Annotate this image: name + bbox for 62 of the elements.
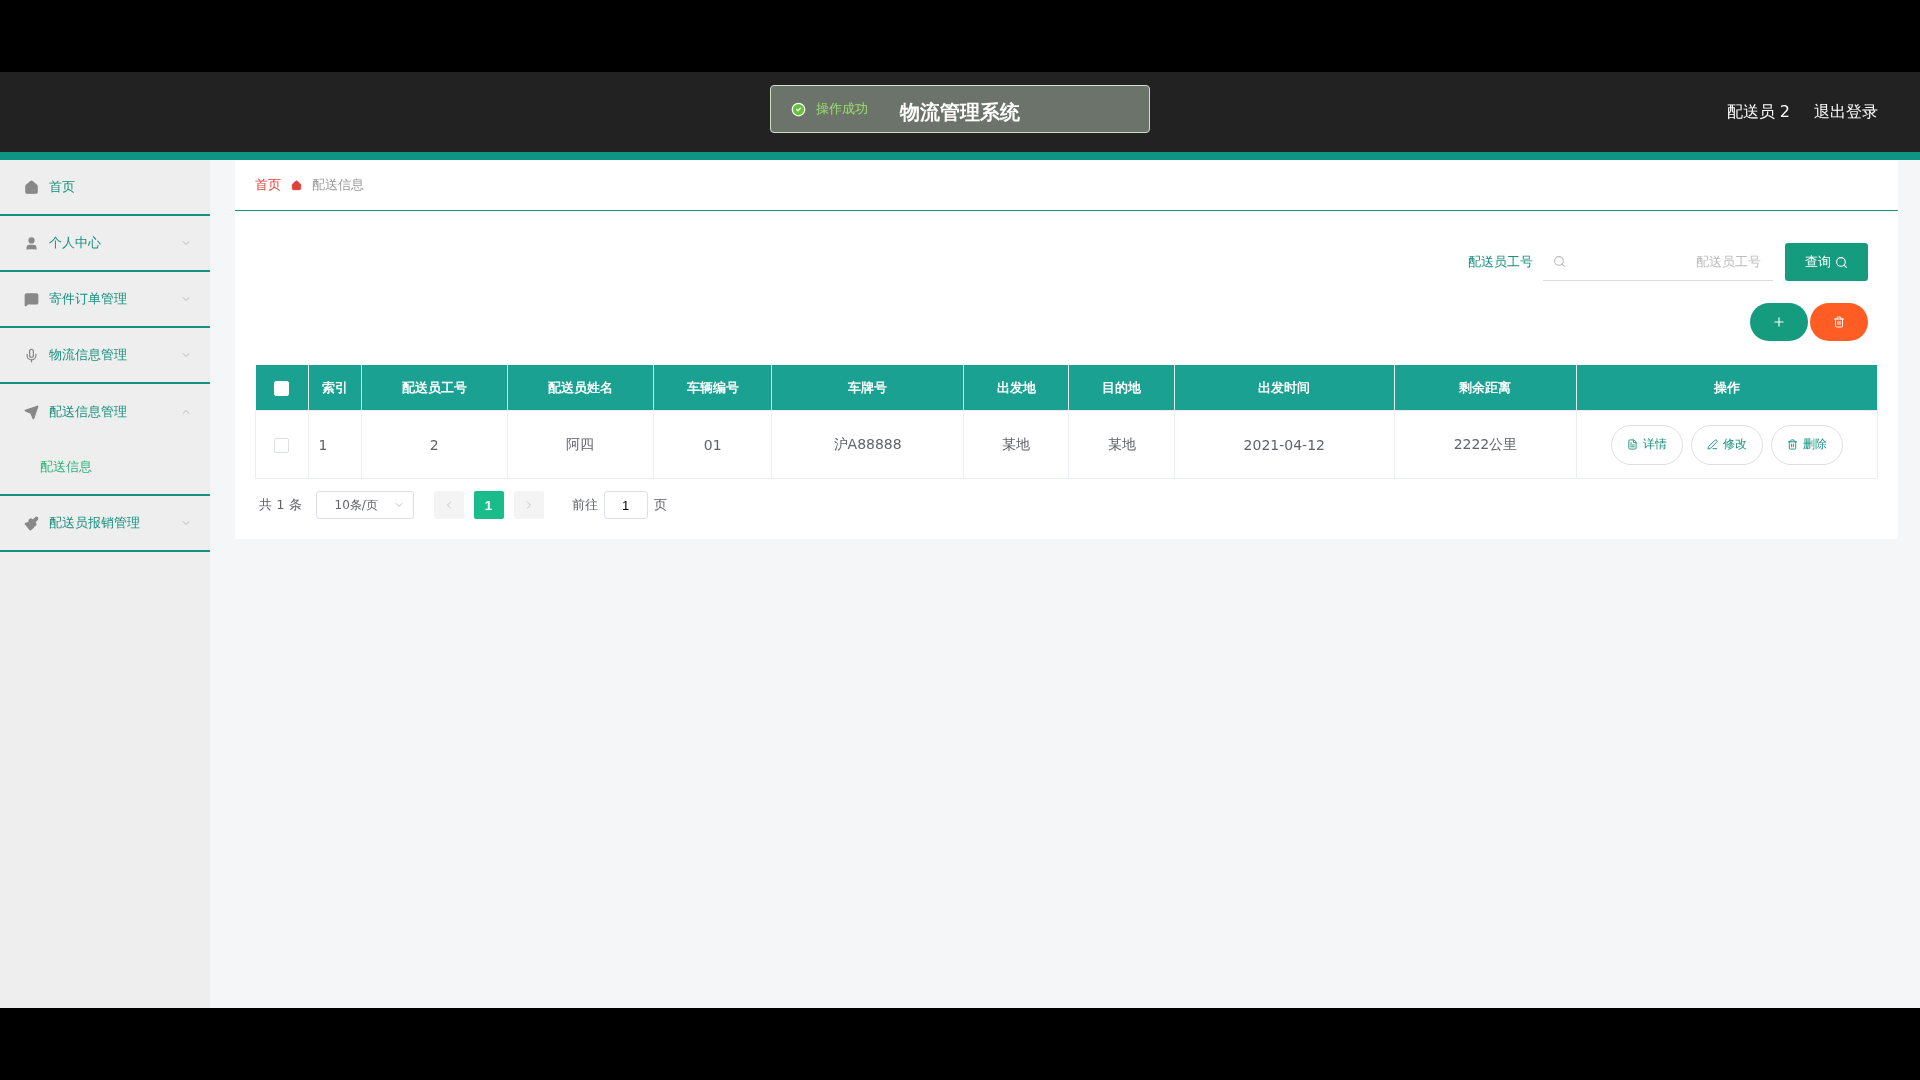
search-field[interactable]: 配送员工号 bbox=[1543, 243, 1773, 281]
column-header: 车辆编号 bbox=[653, 365, 772, 411]
detail-button[interactable]: 详情 bbox=[1611, 424, 1683, 465]
sidebar-item[interactable]: 配送信息管理 bbox=[0, 384, 210, 440]
column-header: 目的地 bbox=[1068, 365, 1175, 411]
sidebar-item[interactable]: 个人中心 bbox=[0, 216, 210, 272]
chat-icon bbox=[24, 291, 39, 307]
search-label: 配送员工号 bbox=[1468, 253, 1533, 271]
column-header: 操作 bbox=[1576, 365, 1878, 411]
goto-label: 前往 bbox=[571, 496, 598, 514]
total-count: 共 1 条 bbox=[259, 496, 302, 514]
page-size-select[interactable]: 10条/页 bbox=[315, 491, 414, 519]
column-header: 剩余距离 bbox=[1394, 365, 1577, 411]
table-cell: 沪A88888 bbox=[771, 410, 964, 479]
select-all-checkbox[interactable] bbox=[274, 380, 289, 396]
column-header: 配送员姓名 bbox=[507, 365, 654, 411]
page-input[interactable]: 1 bbox=[603, 491, 648, 519]
table-cell: 1 bbox=[308, 410, 361, 479]
table-cell: 某地 bbox=[1068, 410, 1175, 479]
table-cell: 2222公里 bbox=[1394, 410, 1577, 479]
trash-icon bbox=[1787, 439, 1798, 450]
breadcrumb-item[interactable]: 首页 bbox=[255, 176, 281, 194]
row-checkbox[interactable] bbox=[274, 437, 290, 453]
table-cell: 某地 bbox=[963, 410, 1069, 479]
page-suffix: 页 bbox=[653, 496, 667, 514]
table-cell: 2 bbox=[361, 410, 508, 479]
search-icon bbox=[1835, 255, 1848, 269]
plus-icon bbox=[1772, 315, 1786, 329]
page-button[interactable]: 1 bbox=[473, 491, 504, 519]
check-circle-icon bbox=[791, 101, 806, 117]
table-cell: 2021-04-12 bbox=[1174, 410, 1395, 479]
microphone-icon bbox=[24, 347, 39, 363]
delete-button[interactable] bbox=[1810, 303, 1868, 341]
app-title: 物流管理系统 bbox=[900, 98, 1020, 126]
column-header: 索引 bbox=[308, 365, 361, 411]
column-header: 出发地 bbox=[963, 365, 1069, 411]
user-icon bbox=[24, 235, 39, 251]
breadcrumb-item: 配送信息 bbox=[312, 176, 364, 194]
query-button[interactable]: 查询 bbox=[1785, 243, 1868, 281]
add-button[interactable] bbox=[1750, 303, 1808, 341]
column-header: 车牌号 bbox=[771, 365, 964, 411]
user-name: 配送员 2 bbox=[1726, 101, 1790, 123]
home-icon bbox=[291, 179, 302, 191]
edit-button[interactable]: 修改 bbox=[1691, 424, 1763, 465]
trash-icon bbox=[1833, 316, 1845, 328]
table-cell: 阿四 bbox=[507, 410, 654, 479]
search-icon bbox=[1553, 255, 1566, 268]
home-icon bbox=[24, 179, 39, 195]
sidebar-item[interactable]: 首页 bbox=[0, 160, 210, 216]
delete-button[interactable]: 删除 bbox=[1771, 424, 1843, 465]
sidebar-item[interactable]: 物流信息管理 bbox=[0, 328, 210, 384]
sidebar-item[interactable]: 配送员报销管理 bbox=[0, 496, 210, 552]
logout-link[interactable]: 退出登录 bbox=[1814, 101, 1878, 123]
sidebar-item[interactable]: 寄件订单管理 bbox=[0, 272, 210, 328]
table-cell: 01 bbox=[653, 410, 772, 479]
paintbrush-icon bbox=[24, 515, 39, 531]
column-header: 配送员工号 bbox=[361, 365, 508, 411]
pen-icon bbox=[1707, 439, 1718, 450]
paper-plane-icon bbox=[24, 404, 39, 420]
column-header: 出发时间 bbox=[1174, 365, 1395, 411]
document-icon bbox=[1627, 439, 1638, 450]
sidebar-subitem[interactable]: 配送信息 bbox=[0, 440, 210, 496]
